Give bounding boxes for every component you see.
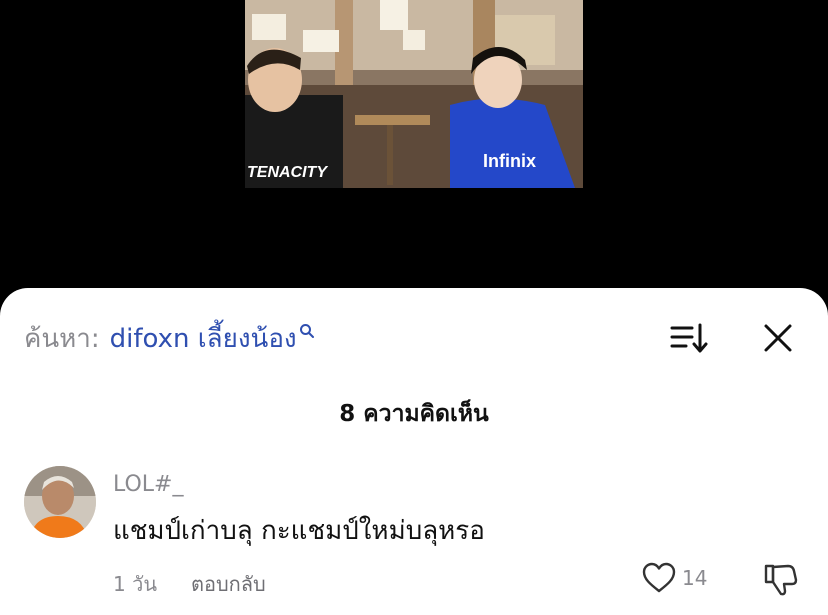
search-icon[interactable]: [299, 316, 315, 346]
comment-text: แชมป์เก่าบลุ กะแชมป์ใหม่บลุหรอ: [113, 516, 485, 546]
svg-text:TENACITY: TENACITY: [247, 164, 328, 181]
like-count: 14: [682, 566, 708, 590]
search-prefix: ค้นหา:: [24, 323, 100, 354]
comment-time: 1 วัน: [113, 572, 157, 596]
comment-meta: 1 วัน ตอบกลับ: [113, 568, 266, 600]
dislike-button[interactable]: [762, 562, 798, 598]
sort-icon: [670, 323, 708, 353]
comment-item: LOL#_ แชมป์เก่าบลุ กะแชมป์ใหม่บลุหรอ 1 ว…: [24, 466, 804, 606]
reply-button[interactable]: ตอบกลับ: [191, 568, 266, 600]
comments-count: 8 ความคิดเห็น: [339, 401, 489, 427]
svg-text:Infinix: Infinix: [483, 151, 536, 171]
screen: TENACITY Infinix ค้นหา: difoxn เลี้ยงน้อ…: [0, 0, 828, 615]
heart-icon: [642, 562, 676, 593]
search-term[interactable]: difoxn เลี้ยงน้อง: [110, 318, 297, 359]
comment-username[interactable]: LOL#_: [113, 472, 183, 497]
like-button[interactable]: 14: [642, 562, 707, 594]
video-frame: TENACITY Infinix: [245, 0, 583, 188]
close-icon: [764, 324, 792, 352]
comments-sheet: ค้นหา: difoxn เลี้ยงน้อง 8 ความคิดเห็น L…: [0, 288, 828, 615]
search-suggestion[interactable]: ค้นหา: difoxn เลี้ยงน้อง: [24, 318, 315, 358]
close-button[interactable]: [758, 318, 798, 358]
sort-button[interactable]: [668, 320, 710, 356]
thumbs-down-icon: [764, 564, 798, 596]
video-player[interactable]: TENACITY Infinix: [245, 0, 583, 188]
avatar[interactable]: [24, 466, 96, 538]
